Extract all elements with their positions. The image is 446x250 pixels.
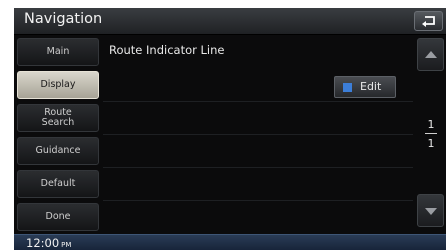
- scroll-down-arrow-icon: [425, 208, 437, 215]
- page-total: 1: [427, 137, 435, 150]
- sidebar-item-route-search[interactable]: Route Search: [17, 104, 99, 132]
- sidebar-item-done[interactable]: Done: [17, 203, 99, 231]
- settings-sidebar: Main Display Route Search Guidance Defau…: [17, 36, 99, 232]
- sidebar-item-label: Done: [45, 211, 71, 222]
- status-bar: 12:00 PM: [14, 234, 446, 250]
- sidebar-item-label: Route Search: [41, 107, 75, 128]
- scroll-down-button[interactable]: [417, 194, 444, 227]
- row-divider: [103, 200, 413, 201]
- settings-content: Route Indicator Line Edit: [103, 36, 413, 232]
- edit-button-label: Edit: [360, 80, 382, 93]
- title-bar: Navigation: [14, 8, 446, 35]
- sidebar-item-label: Display: [40, 79, 76, 90]
- clock-time: 12:00: [26, 236, 60, 250]
- scroll-up-arrow-icon: [425, 51, 437, 58]
- back-button[interactable]: [414, 11, 443, 31]
- row-divider: [103, 167, 413, 168]
- row-divider: [103, 101, 413, 102]
- scroll-up-button[interactable]: [417, 38, 444, 71]
- clock-ampm: PM: [61, 241, 72, 249]
- page-title: Navigation: [24, 11, 103, 27]
- route-indicator-line-label: Route Indicator Line: [109, 43, 225, 57]
- sidebar-item-main[interactable]: Main: [17, 38, 99, 66]
- page-divider: [425, 133, 437, 134]
- sidebar-item-guidance[interactable]: Guidance: [17, 137, 99, 165]
- sidebar-item-label: Default: [40, 178, 76, 189]
- edit-button[interactable]: Edit: [334, 76, 396, 98]
- sidebar-item-display[interactable]: Display: [17, 71, 99, 99]
- color-swatch-icon: [343, 83, 352, 92]
- sidebar-item-label: Guidance: [35, 145, 81, 156]
- page-current: 1: [427, 118, 435, 131]
- sidebar-item-label: Main: [46, 46, 70, 57]
- sidebar-item-default[interactable]: Default: [17, 170, 99, 198]
- navigation-screen: Navigation Main Display Route Search Gui…: [14, 8, 446, 250]
- row-divider: [103, 134, 413, 135]
- clock: 12:00 PM: [26, 236, 71, 250]
